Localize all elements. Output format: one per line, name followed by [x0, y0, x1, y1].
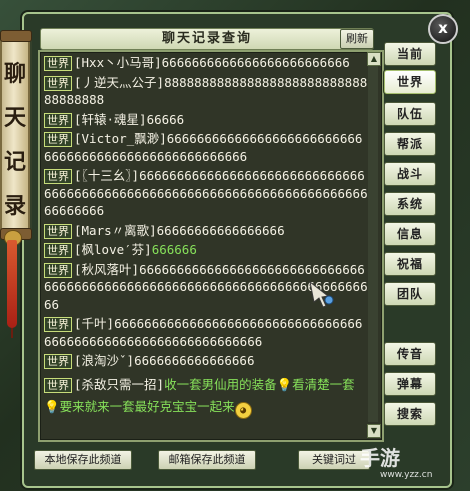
channel-tag[interactable]: 世界	[44, 317, 72, 332]
surprised-face-icon: ◕	[234, 401, 252, 419]
lightbulb-icon: 💡	[276, 376, 293, 392]
channel-tag[interactable]: 世界	[44, 243, 72, 258]
chat-message: 世界 [枫love′芬]666666	[44, 241, 368, 259]
scroll-down-button[interactable]: ▼	[367, 424, 381, 438]
mouse-cursor-icon	[309, 280, 334, 308]
channel-tag[interactable]: 世界	[44, 223, 72, 239]
message-text: 66666666666666666	[156, 222, 285, 238]
sender-name[interactable]: [千叶]	[74, 316, 114, 331]
tab-world[interactable]: 世界	[384, 70, 436, 94]
channel-tag[interactable]: 世界	[44, 75, 72, 91]
emblem-char-2: 天	[3, 105, 26, 131]
tab-battle[interactable]: 战斗	[384, 162, 436, 186]
tab-blessing[interactable]: 祝福	[384, 252, 436, 276]
channel-tag[interactable]: 世界	[44, 377, 72, 393]
tab-guild[interactable]: 帮派	[384, 132, 436, 156]
message-text: 6666666666666666666666666	[161, 55, 350, 70]
sender-name[interactable]: [枫love′芬]	[74, 242, 152, 257]
chat-message: 世界 [轩辕·魂星]66666	[44, 111, 368, 129]
emblem-char-1: 聊	[3, 61, 26, 87]
channel-tag[interactable]: 世界	[44, 56, 72, 71]
message-text-part3: 要来就来一套最好克宝宝一起来	[59, 398, 235, 414]
message-text-part2: 看清楚一套	[292, 376, 355, 392]
title-bar: 聊天记录查询	[40, 28, 374, 50]
sender-name[interactable]: [轩辕·魂星]	[74, 112, 147, 127]
chat-history-emblem: 聊 天 记 录	[0, 30, 32, 240]
save-local-button[interactable]: 本地保存此频道	[34, 450, 132, 470]
channel-tag[interactable]: 世界	[44, 169, 72, 184]
tab-system[interactable]: 系统	[384, 192, 436, 216]
sender-name[interactable]: [秋风落叶]	[74, 262, 139, 277]
tab-barrage[interactable]: 弹幕	[384, 372, 436, 396]
site-watermark: 手游 www.yzz.cn	[360, 442, 460, 486]
sender-name[interactable]: [浪淘沙ˇ]	[74, 353, 134, 368]
close-button[interactable]: x	[428, 14, 458, 44]
chat-message: 世界 [浪淘沙ˇ]6666666666666666	[44, 352, 368, 370]
emblem-char-4: 录	[3, 193, 26, 219]
chat-message: 世界 [Hxx丶小马哥]6666666666666666666666666	[44, 54, 368, 72]
emblem-top-cap	[0, 30, 32, 42]
message-text: 6666666666666666	[134, 353, 255, 368]
sender-name[interactable]: [丿逆天灬公子]	[74, 75, 164, 90]
chat-history-window: 聊 天 记 录 x 聊天记录查询 刷新 世界 [Hxx丶小马哥]666666666…	[0, 0, 470, 491]
scrollbar-track[interactable]	[368, 66, 378, 422]
sender-name[interactable]: [Mars〃离歌]	[74, 223, 157, 238]
tab-search[interactable]: 搜索	[384, 402, 436, 426]
tab-group[interactable]: 团队	[384, 282, 436, 306]
message-text-part1: 收一套男仙用的装备	[164, 376, 277, 392]
lightbulb-icon: 💡	[44, 398, 60, 414]
refresh-button[interactable]: 刷新	[340, 29, 374, 49]
channel-tag[interactable]: 世界	[44, 262, 72, 278]
chat-log[interactable]: 世界 [Hxx丶小马哥]6666666666666666666666666 世界 [丿…	[38, 50, 384, 442]
chat-message-special: 世界 [杀敌只需一招]收一套男仙用的装备💡看清楚一套💡要来就来一套最好克宝宝一起来…	[44, 374, 368, 419]
tassel-cord	[11, 328, 13, 338]
watermark-logo: 手游	[360, 446, 400, 470]
channel-tag[interactable]: 世界	[44, 112, 72, 128]
save-mail-button[interactable]: 邮箱保存此频道	[158, 450, 256, 470]
emblem-char-3: 记	[3, 149, 26, 175]
sender-name[interactable]: [〖十三幺〗]	[74, 168, 139, 183]
chat-message: 世界 [Mars〃离歌]66666666666666666	[44, 222, 368, 240]
chat-message: 世界 [〖十三幺〗]6666666666666666666666666666666…	[44, 167, 368, 220]
watermark-url: www.yzz.cn	[380, 470, 433, 480]
tab-current[interactable]: 当前	[384, 42, 436, 66]
tab-info[interactable]: 信息	[384, 222, 436, 246]
window-title: 聊天记录查询	[161, 31, 252, 46]
chat-message: 世界 [千叶]6666666666666666666666666666666666…	[44, 315, 368, 350]
sender-name[interactable]: [Victor_飘渺]	[74, 131, 167, 146]
message-text: 66666	[146, 111, 185, 127]
tassel-decoration	[7, 240, 17, 328]
sender-name[interactable]: [杀敌只需一招]	[74, 377, 164, 392]
chat-message: 世界 [Victor_飘渺]666666666666666666666666666…	[44, 130, 368, 165]
chat-message-list: 世界 [Hxx丶小马哥]6666666666666666666666666 世界 [丿…	[44, 54, 368, 421]
channel-tag[interactable]: 世界	[44, 354, 72, 369]
scroll-up-button[interactable]: ▲	[367, 52, 381, 66]
channel-tag[interactable]: 世界	[44, 132, 72, 147]
message-text: 666666	[151, 242, 197, 257]
chat-message: 世界 [丿逆天灬公子]888888888888888888888888888888…	[44, 74, 368, 109]
sender-name[interactable]: [Hxx丶小马哥]	[74, 55, 162, 70]
tab-team[interactable]: 队伍	[384, 102, 436, 126]
tab-whisper[interactable]: 传音	[384, 342, 436, 366]
